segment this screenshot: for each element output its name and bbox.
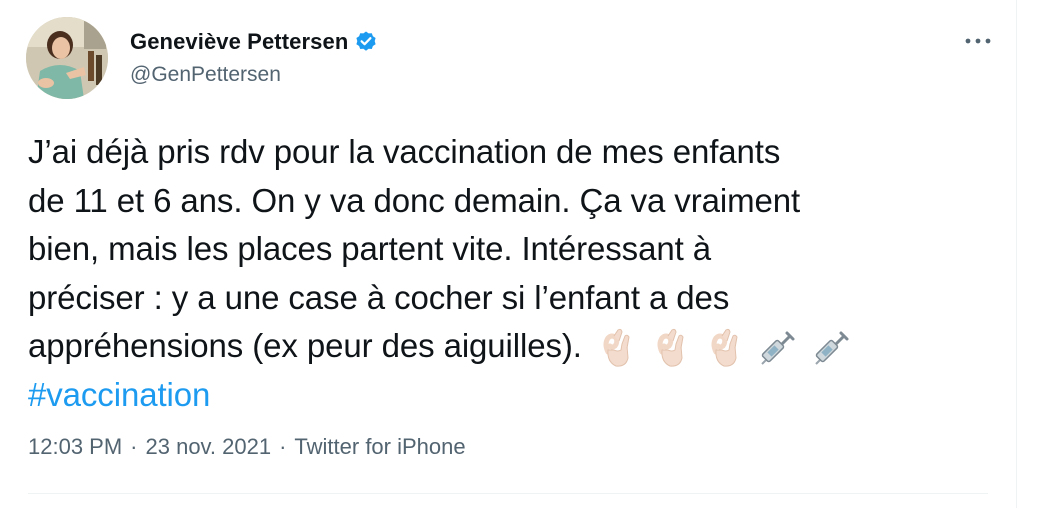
ok-hand-icon xyxy=(657,329,684,367)
syringe-icon xyxy=(815,331,849,365)
author-names: Geneviève Pettersen @GenPettersen xyxy=(130,25,378,87)
ok-hand-icon xyxy=(711,329,738,367)
tweet-source[interactable]: Twitter for iPhone xyxy=(294,434,465,460)
name-row: Geneviève Pettersen xyxy=(130,25,378,59)
tweet-line: bien, mais les places partent vite. Inté… xyxy=(28,230,711,267)
more-icon xyxy=(965,38,991,44)
tweet: Geneviève Pettersen @GenPettersen J’ai d… xyxy=(0,0,1017,508)
more-options-button[interactable] xyxy=(958,29,998,53)
syringe-icon xyxy=(761,331,795,365)
meta-separator: · xyxy=(130,434,138,459)
tweet-line: J’ai déjà pris rdv pour la vaccination d… xyxy=(28,133,781,170)
tweet-time[interactable]: 12:03 PM xyxy=(28,434,122,460)
display-name[interactable]: Geneviève Pettersen xyxy=(130,29,348,55)
tweet-meta: 12:03 PM · 23 nov. 2021 · Twitter for iP… xyxy=(28,434,466,460)
tweet-line: de 11 et 6 ans. On y va donc demain. Ça … xyxy=(28,181,801,219)
hashtag-link[interactable]: #vaccination xyxy=(28,371,988,420)
tweet-header: Geneviève Pettersen @GenPettersen xyxy=(26,17,1006,101)
verified-badge-icon xyxy=(354,30,378,54)
divider xyxy=(28,493,988,494)
tweet-line: appréhensions (ex peur des aiguilles). xyxy=(28,327,582,364)
avatar[interactable] xyxy=(26,17,108,99)
tweet-date[interactable]: 23 nov. 2021 xyxy=(146,434,272,460)
tweet-line-with-emojis: appréhensions (ex peur des aiguilles). xyxy=(28,322,988,371)
emoji-row xyxy=(594,326,854,370)
ok-hand-icon xyxy=(603,329,630,367)
meta-separator: · xyxy=(279,434,287,459)
handle[interactable]: @GenPettersen xyxy=(130,63,378,87)
tweet-text: J’ai déjà pris rdv pour la vaccination d… xyxy=(28,128,988,419)
tweet-line: préciser : y a une case à cocher si l’en… xyxy=(28,278,730,316)
avatar-photo xyxy=(26,17,108,99)
